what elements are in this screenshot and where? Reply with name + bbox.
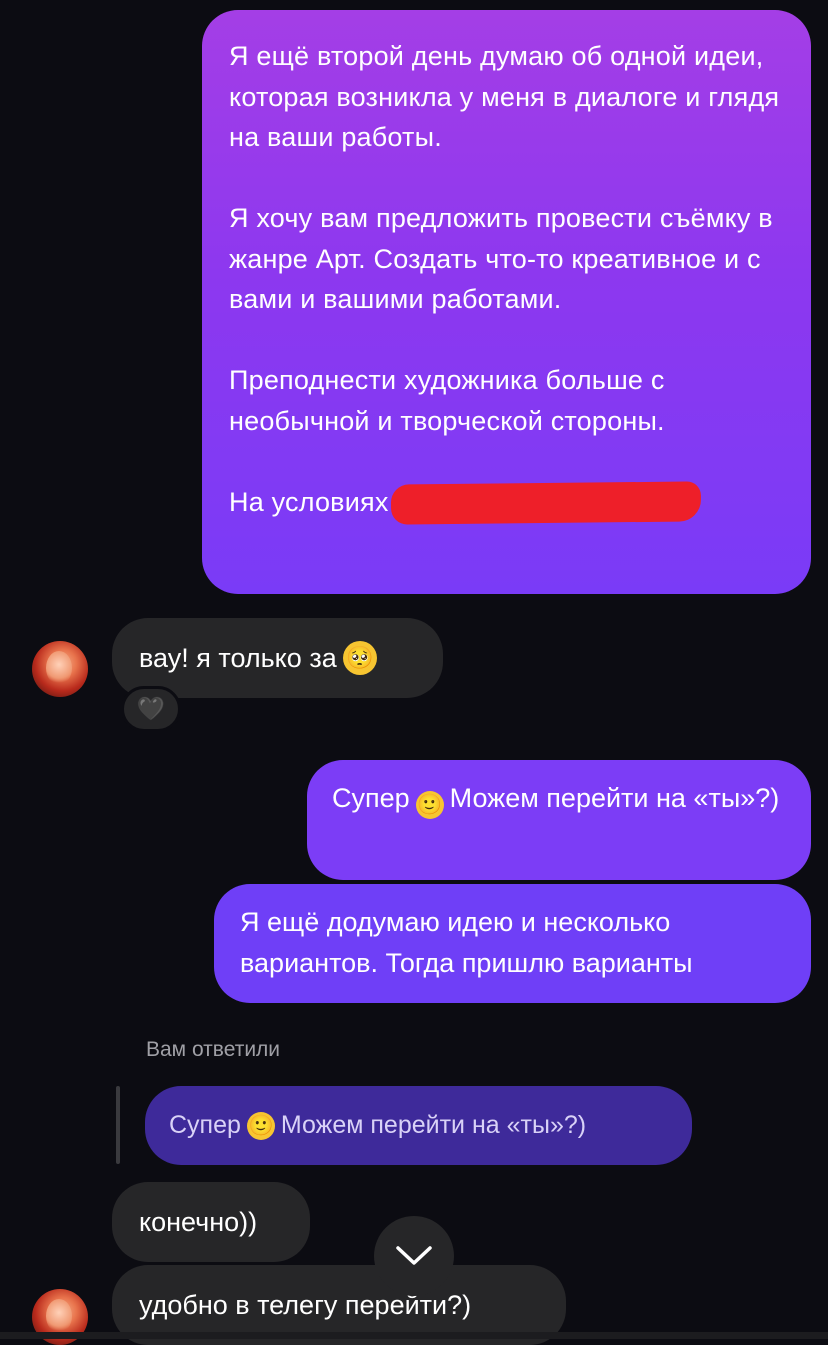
reply-quote[interactable]: Супер 🙂 Можем перейти на «ты»?) [145,1086,692,1165]
scroll-to-bottom-button[interactable] [374,1216,454,1296]
message-text-before: Супер [332,783,410,813]
message-text: Я ещё додумаю идею и несколько вариантов… [240,907,693,978]
chevron-down-icon [396,1246,432,1265]
black-heart-icon: 🖤 [137,696,165,721]
slightly-smiling-face-icon: 🙂 [246,1111,275,1140]
redaction-mark [390,481,701,525]
quote-text-before: Супер [169,1111,241,1139]
message-paragraph: Преподнести художника больше с необычной… [229,365,665,436]
pleading-face-icon: 🥺 [342,641,377,675]
message-last-line-prefix: На условиях [229,486,389,517]
avatar[interactable] [32,641,88,697]
outgoing-message[interactable]: Я ещё додумаю идею и несколько вариантов… [214,884,811,1003]
message-paragraph: Я ещё второй день думаю об одной идеи, к… [229,41,780,152]
slightly-smiling-face-icon: 🙂 [415,791,444,819]
incoming-message[interactable]: конечно)) [112,1182,310,1262]
reply-bar [116,1086,120,1164]
reply-label: Вам ответили [146,1038,281,1061]
message-text: конечно)) [139,1206,258,1237]
outgoing-message-long[interactable]: Я ещё второй день думаю об одной идеи, к… [202,10,811,594]
reaction-badge[interactable]: 🖤 [121,686,181,732]
message-text: вау! я только за [139,642,337,673]
message-text-after: Можем перейти на «ты»?) [449,783,780,813]
composer-edge [0,1332,828,1339]
message-paragraph-last: На условиях [229,481,785,525]
quote-text-after: Можем перейти на «ты»?) [280,1111,587,1139]
message-paragraph: Я хочу вам предложить провести съёмку в … [229,203,773,314]
outgoing-message[interactable]: Супер 🙂 Можем перейти на «ты»?) [307,760,811,880]
